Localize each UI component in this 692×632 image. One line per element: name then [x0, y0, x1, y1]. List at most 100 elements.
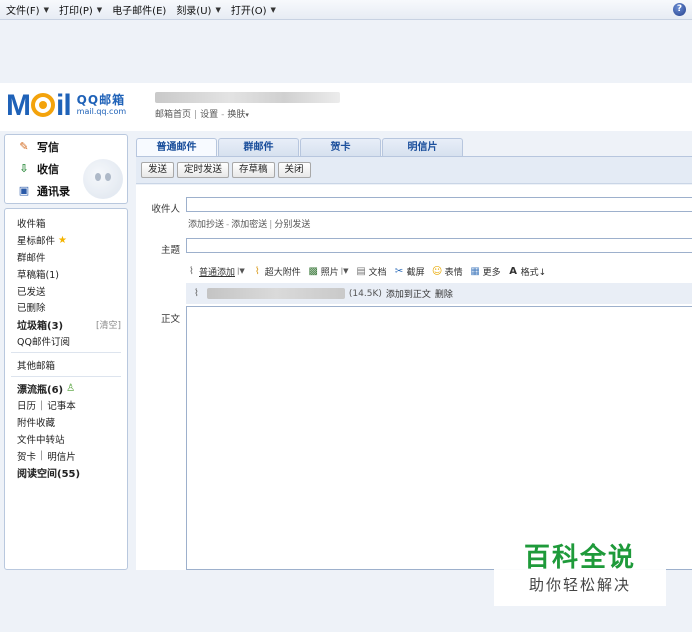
link-skin[interactable]: 换肤 [227, 110, 245, 120]
screenshot-button[interactable]: ✂ 截屏 [394, 265, 425, 278]
attachment-size: (14.5K) [348, 288, 382, 299]
compose-tabs: 普通邮件 群邮件 贺卡 明信片 [136, 138, 692, 156]
chevron-down-icon: |▼ [340, 267, 349, 275]
photo-icon: ▩ [308, 265, 318, 277]
menu-email[interactable]: 电子邮件(E) [112, 2, 166, 17]
paperclip-icon: ⌇ [189, 265, 194, 277]
save-draft-button[interactable]: 存草稿 [232, 162, 275, 178]
sidebar-actions: ✎ 写信 ⇩ 收信 ▣ 通讯录 [4, 134, 128, 204]
document-icon: ▤ [356, 265, 366, 277]
watermark-title: 百科全说 [523, 543, 636, 573]
contacts-icon: ▣ [18, 184, 30, 197]
logo-o-icon [31, 93, 55, 117]
star-icon: ★ [58, 234, 67, 246]
big-attachment-button[interactable]: ⌇ 超大附件 [252, 265, 301, 278]
sidebar-item-sent[interactable]: 已发送 [5, 282, 127, 299]
compose-toolbar: 发送 定时发送 存草稿 关闭 [136, 156, 692, 184]
mascot-icon [83, 159, 123, 199]
subject-label: 主题 [160, 245, 180, 256]
subject-input[interactable] [186, 238, 692, 253]
blurred-attachment-name [206, 288, 345, 299]
bottle-icon: ♙ [66, 383, 76, 395]
delete-attachment-link[interactable]: 删除 [435, 287, 453, 300]
photo-button[interactable]: ▩ 照片 |▼ [308, 265, 349, 278]
emoji-button[interactable]: ☺ 表情 [432, 265, 463, 278]
paperclip-big-icon: ⌇ [254, 265, 260, 277]
add-to-body-link[interactable]: 添加到正文 [386, 287, 431, 300]
sidebar-item-card-postcard: 贺卡 | 明信片 [17, 449, 76, 463]
blurred-user-info [155, 92, 340, 103]
add-bcc-link[interactable]: 添加密送 [231, 220, 267, 230]
tab-card[interactable]: 贺卡 [300, 138, 381, 156]
body-editor[interactable] [186, 306, 692, 570]
inbox-icon: ⇩ [19, 162, 29, 175]
sidebar-item-deleted[interactable]: 已删除 [5, 299, 127, 316]
smiley-icon: ☺ [431, 265, 443, 277]
tab-postcard[interactable]: 明信片 [382, 138, 463, 156]
sidebar-compose[interactable]: ✎ 写信 [5, 137, 127, 157]
sidebar-divider [11, 376, 121, 378]
tab-normal-mail[interactable]: 普通邮件 [136, 138, 217, 156]
sidebar-divider [11, 352, 121, 354]
sidebar-item-calendar-notebook: 日历 | 记事本 [17, 398, 76, 413]
link-notebook[interactable]: 记事本 [47, 398, 76, 412]
timed-send-button[interactable]: 定时发送 [177, 162, 230, 178]
more-button[interactable]: ▦ 更多 [470, 265, 500, 278]
clear-spam-link[interactable]: [清空] [96, 318, 121, 331]
to-input[interactable] [186, 197, 692, 212]
sidebar-item-subscribe[interactable]: QQ邮件订阅 [5, 333, 127, 350]
sidebar-item-attachments[interactable]: 附件收藏 [5, 414, 127, 431]
grid-icon: ▦ [470, 265, 480, 277]
document-button[interactable]: ▤ 文档 [356, 265, 386, 278]
compose-form: 收件人 添加抄送 - 添加密送 | 分别发送 主题 ⌇ 普通添加 |▼ ⌇ 超大附件 ▩ 照片 |… [136, 185, 692, 570]
qqmail-logo[interactable]: Mil QQ邮箱 mail.qq.com [6, 91, 126, 121]
separate-send-link[interactable]: 分别发送 [274, 220, 310, 230]
link-calendar[interactable]: 日历 [17, 398, 36, 412]
sidebar-item-other[interactable]: 其他邮箱 [5, 356, 127, 373]
paperclip-icon: ⌇ [194, 288, 199, 299]
menu-print[interactable]: 打印(P) ▼ [59, 2, 103, 18]
link-settings[interactable]: 设置 [200, 110, 218, 120]
link-mail-home[interactable]: 邮箱首页 [155, 110, 191, 120]
logo-cn-text: QQ邮箱 [76, 93, 126, 107]
menu-burn[interactable]: 刻录(U) ▼ [176, 2, 221, 18]
link-postcard[interactable]: 明信片 [47, 449, 76, 463]
sidebar-folders: 收件箱 星标邮件 ★ 群邮件 草稿箱(1) 已发送 已删除 垃圾箱(3) [清空] … [4, 208, 128, 570]
add-cc-link[interactable]: 添加抄送 [188, 220, 224, 230]
sidebar-item-inbox[interactable]: 收件箱 [5, 215, 127, 232]
header-links: 邮箱首页 | 设置 - 换肤▾ [155, 110, 249, 120]
link-card[interactable]: 贺卡 [17, 449, 36, 463]
add-attachment-button[interactable]: ⌇ 普通添加 |▼ [186, 265, 245, 278]
sidebar-item-transfer[interactable]: 文件中转站 [5, 431, 127, 448]
recipient-links: 添加抄送 - 添加密送 | 分别发送 [188, 220, 311, 230]
mail-header: Mil QQ邮箱 mail.qq.com 邮箱首页 | 设置 - 换肤▾ [0, 83, 692, 131]
chevron-down-icon: |▼ [237, 267, 245, 275]
logo-url-text: mail.qq.com [76, 107, 127, 116]
chevron-down-icon: ▼ [270, 5, 276, 14]
sidebar-item-bottle[interactable]: 漂流瓶(6) ♙ [5, 380, 127, 397]
help-icon[interactable]: ? [673, 3, 686, 16]
attachment-row: ⌇ (14.5K) 添加到正文 删除 [186, 283, 692, 304]
format-button[interactable]: A 格式↓ [508, 265, 546, 278]
chevron-down-icon: ▾ [245, 111, 249, 119]
browser-menubar: 文件(F) ▼ 打印(P) ▼ 电子邮件(E) 刻录(U) ▼ 打开(O) ▼ ? [0, 0, 692, 20]
menu-file[interactable]: 文件(F) ▼ [6, 2, 49, 18]
body-label: 正文 [160, 314, 180, 325]
close-button[interactable]: 关闭 [277, 162, 311, 178]
scissors-icon: ✂ [394, 265, 404, 277]
chevron-down-icon: ▼ [96, 5, 103, 14]
pencil-icon: ✎ [19, 140, 29, 153]
sidebar-item-spam[interactable]: 垃圾箱(3) [清空] [5, 316, 127, 333]
send-button[interactable]: 发送 [141, 162, 175, 178]
sidebar-item-group[interactable]: 群邮件 [5, 249, 127, 266]
chevron-down-icon: ▼ [215, 5, 221, 14]
sidebar-item-reading[interactable]: 阅读空间(55) [5, 464, 127, 481]
tab-group-mail[interactable]: 群邮件 [218, 138, 299, 156]
baike-watermark: 百科全说 助你轻松解决 [494, 540, 666, 606]
font-a-icon: A [509, 265, 517, 277]
to-label: 收件人 [151, 204, 180, 215]
menu-open[interactable]: 打开(O) ▼ [231, 2, 276, 18]
sidebar-item-starred[interactable]: 星标邮件 ★ [5, 232, 127, 249]
sidebar-item-drafts[interactable]: 草稿箱(1) [5, 265, 127, 282]
editor-toolbar: ⌇ 普通添加 |▼ ⌇ 超大附件 ▩ 照片 |▼ ▤ 文档 ✂ 截屏 ☺ 表情 ▦ 更多 A 格式↓ [186, 263, 692, 279]
